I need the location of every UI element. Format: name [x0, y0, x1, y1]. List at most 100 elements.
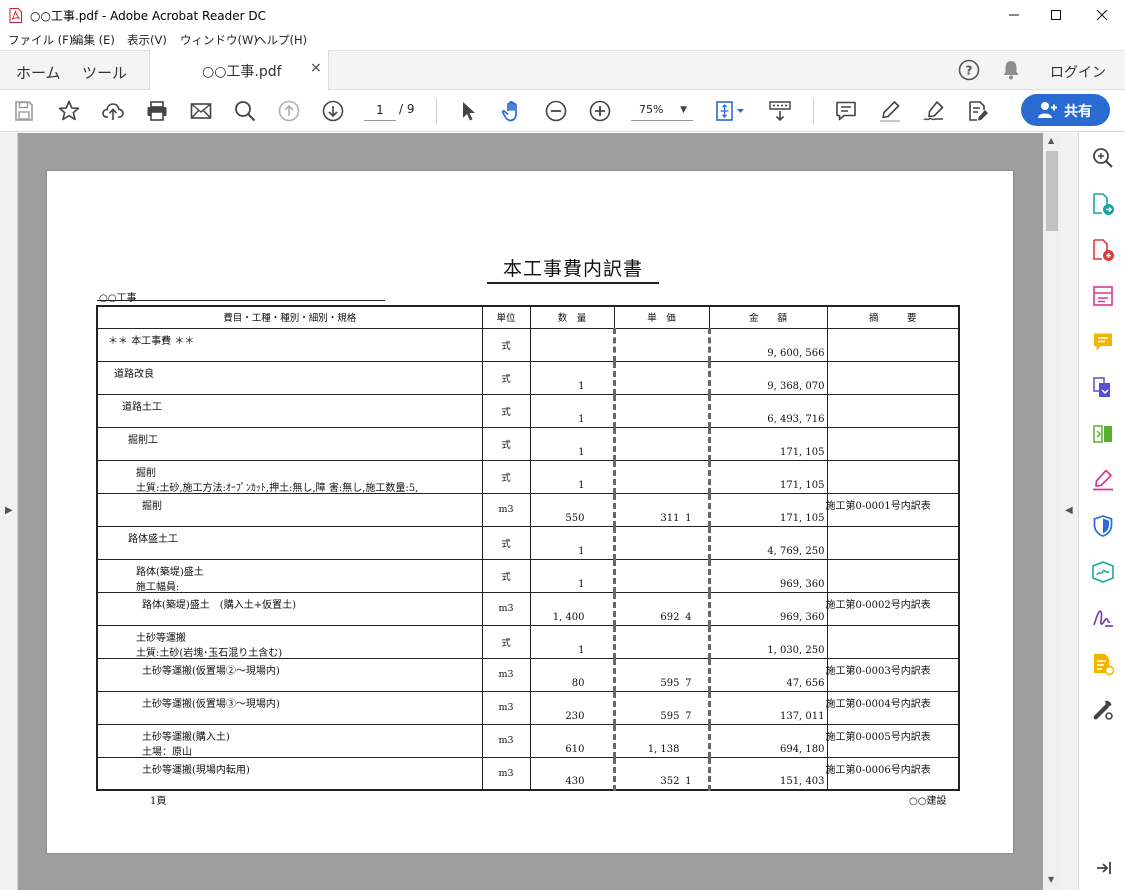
unit-price-fraction: 7 — [685, 710, 692, 722]
tab-home[interactable]: ホーム — [16, 62, 61, 83]
quantity-value: 230 — [565, 710, 585, 722]
tool-organize-pages[interactable] — [1091, 422, 1115, 446]
print-button[interactable] — [145, 99, 169, 123]
col-header-unit: 単位 — [481, 305, 531, 329]
tool-search[interactable] — [1091, 146, 1115, 170]
help-icon[interactable]: ? — [958, 59, 980, 81]
hand-icon — [501, 101, 517, 122]
table-row: 路体盛土工 式 1 4, 769, 250 — [96, 525, 960, 560]
remarks-cell: 施工第0-0005号内訳表 — [826, 723, 960, 758]
unit-price-value: 352 — [660, 776, 680, 787]
add-user-icon — [1038, 102, 1057, 118]
previous-page-button[interactable] — [277, 99, 301, 123]
document-title: 本工事費内訳書 — [502, 258, 643, 280]
tool-fill-sign[interactable] — [1091, 468, 1115, 492]
left-panel-toggle[interactable]: ▶ — [0, 133, 18, 890]
collapse-tools-pane[interactable] — [1091, 856, 1115, 880]
maximize-button[interactable] — [1033, 0, 1079, 30]
item-cell: 道路土工 — [96, 393, 483, 428]
arrow-down-circle-icon — [322, 100, 344, 122]
tool-send-for-signature[interactable] — [1091, 560, 1115, 584]
zoom-level-select[interactable]: 75% ▼ — [631, 99, 693, 121]
keyboard-scroll-icon — [769, 101, 791, 122]
tab-document[interactable]: ○○工事.pdf × — [149, 50, 329, 91]
unit-cell: m3 — [481, 657, 531, 692]
highlight-button[interactable] — [878, 99, 902, 123]
save-button[interactable] — [12, 99, 36, 123]
tab-close-button[interactable]: × — [310, 60, 322, 76]
right-panel-toggle[interactable]: ◀ — [1061, 133, 1078, 890]
item-cell: 道路改良 — [96, 360, 483, 395]
maximize-icon — [1051, 10, 1061, 20]
tool-request-signature[interactable] — [1091, 606, 1115, 630]
page-number-input[interactable]: 1 — [364, 99, 396, 121]
sign-button[interactable] — [922, 99, 946, 123]
tool-edit-pdf[interactable] — [1091, 284, 1115, 308]
stamp-note-icon — [1094, 654, 1115, 676]
tool-stamp[interactable] — [1091, 652, 1115, 676]
item-spec: 土場：原山 — [142, 746, 192, 758]
fit-page-button[interactable] — [714, 99, 750, 123]
menu-file[interactable]: ファイル (F) — [8, 32, 73, 48]
tool-protect[interactable] — [1091, 514, 1115, 538]
scroll-up-icon[interactable]: ▲ — [1048, 136, 1054, 145]
item-name: 土砂等運搬(現場内転用) — [142, 764, 250, 776]
upload-button[interactable] — [101, 99, 125, 123]
share-button[interactable]: 共有 — [1021, 94, 1110, 126]
minimize-button[interactable] — [991, 0, 1037, 30]
remarks-value: 施工第0-0004号内訳表 — [825, 698, 931, 710]
menu-window[interactable]: ウィンドウ(W) — [180, 32, 258, 48]
table-row: 掘削工 式 1 171, 105 — [96, 426, 960, 461]
amount-value: 969, 360 — [779, 611, 825, 623]
email-button[interactable] — [189, 99, 213, 123]
quantity-cell: 1 — [529, 624, 616, 659]
scrollbar-thumb[interactable] — [1046, 151, 1058, 231]
amount-value: 9, 600, 566 — [767, 347, 825, 359]
login-button[interactable]: ログイン — [1050, 62, 1106, 82]
bookmark-star-button[interactable] — [57, 99, 81, 123]
bell-icon[interactable] — [1001, 59, 1021, 81]
unit-price-value: 595 — [660, 677, 680, 689]
tab-tools[interactable]: ツール — [82, 62, 127, 83]
zoom-out-button[interactable] — [544, 99, 568, 123]
fill-sign-button[interactable] — [966, 99, 990, 123]
cost-breakdown-table: 費目・工種・種別・細別・規格 単位 数 量 単 価 金 額 摘 要 ＊＊ 本工事… — [96, 305, 960, 791]
table-row: 土砂等運搬(仮置場②～現場内) m3 80 595 7 47, 656 施工第0-0003号… — [96, 657, 960, 692]
tool-export-pdf[interactable] — [1091, 192, 1115, 216]
hand-tool-button[interactable] — [500, 99, 524, 123]
find-button[interactable] — [233, 99, 257, 123]
unit-price-cell — [613, 624, 711, 659]
main-toolbar: 1 / 9 75% ▼ — [0, 90, 1125, 132]
quantity-cell: 80 — [529, 657, 616, 692]
tool-comment[interactable] — [1091, 330, 1115, 354]
unit-cell: 式 — [481, 360, 531, 395]
quantity-cell: 610 — [529, 723, 616, 758]
plus-circle-icon — [589, 100, 611, 122]
table-row: 路体(築堤)盛土 (購入土+仮置土) m3 1, 400 692 4 969, 360 施工… — [96, 591, 960, 626]
scroll-down-icon[interactable]: ▼ — [1048, 875, 1054, 884]
vertical-scrollbar[interactable]: ▲ ▼ — [1043, 133, 1061, 890]
zoom-in-button[interactable] — [588, 99, 612, 123]
tool-create-pdf[interactable] — [1091, 238, 1115, 262]
amount-value: 1, 030, 250 — [767, 644, 825, 656]
close-window-button[interactable] — [1079, 0, 1125, 30]
wrench-icon — [1093, 700, 1113, 720]
scroll-mode-button[interactable] — [768, 99, 792, 123]
remarks-cell — [826, 426, 960, 461]
tool-combine-files[interactable] — [1091, 376, 1115, 400]
amount-value: 47, 656 — [786, 677, 825, 689]
save-icon — [15, 101, 33, 121]
amount-value: 694, 180 — [779, 743, 825, 755]
menu-view[interactable]: 表示(V) — [127, 32, 167, 48]
comment-button[interactable] — [834, 99, 858, 123]
unit-price-cell — [613, 426, 711, 461]
next-page-button[interactable] — [321, 99, 345, 123]
collapse-right-icon — [1097, 862, 1111, 874]
tool-more-tools[interactable] — [1091, 698, 1115, 722]
menu-edit[interactable]: 編集 (E) — [72, 32, 115, 48]
select-tool-button[interactable] — [456, 99, 480, 123]
quantity-cell: 1 — [529, 558, 616, 593]
item-cell: 土砂等運搬(購入土) 土場：原山 — [96, 723, 483, 758]
item-cell: 土砂等運搬 土質:土砂(岩塊･玉石混り土含む) — [96, 624, 483, 659]
menu-help[interactable]: ヘルプ(H) — [255, 32, 307, 48]
